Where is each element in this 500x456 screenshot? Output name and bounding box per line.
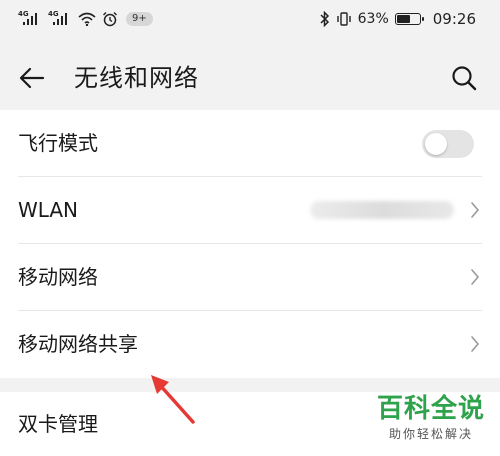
- watermark-logo: 百科全说 助你轻松解决: [376, 394, 486, 442]
- chevron-right-icon: [471, 202, 480, 218]
- status-right: 63% 09:26: [320, 9, 476, 29]
- back-button[interactable]: [14, 60, 50, 96]
- chevron-right-icon: [471, 336, 480, 352]
- wifi-icon: [78, 12, 96, 26]
- battery-fill: [396, 15, 410, 23]
- annotation-arrow-icon: [151, 375, 195, 424]
- airplane-mode-toggle[interactable]: [422, 130, 474, 158]
- vibrate-icon: [336, 12, 351, 26]
- search-button[interactable]: [446, 60, 482, 96]
- airplane-mode-row[interactable]: 飞行模式: [0, 110, 500, 176]
- search-icon: [452, 66, 477, 91]
- setting-label: WLAN: [18, 198, 79, 222]
- notification-badge: 9+: [126, 12, 153, 26]
- watermark-subtitle: 助你轻松解决: [388, 427, 473, 441]
- mobile-network-row[interactable]: 移动网络: [0, 244, 500, 310]
- status-bar: 4G 4G 9+ 63% 09:26: [0, 0, 500, 40]
- toggle-knob: [425, 133, 447, 155]
- setting-label: 双卡管理: [18, 412, 98, 436]
- wlan-row[interactable]: WLAN: [0, 177, 500, 243]
- section-gap: [0, 378, 500, 392]
- app-header: 无线和网络: [0, 40, 500, 110]
- signal-icon: 4G: [48, 11, 72, 27]
- back-arrow-icon: [19, 67, 45, 89]
- page-title: 无线和网络: [74, 64, 199, 92]
- alarm-icon: [103, 12, 117, 27]
- clock: 09:26: [432, 10, 476, 28]
- settings-card: 飞行模式 WLAN 移动网络 移动网络共享: [0, 110, 500, 378]
- watermark-title: 百科全说: [376, 394, 485, 424]
- setting-label: 移动网络共享: [18, 332, 138, 356]
- battery-percent: 63%: [357, 11, 389, 27]
- tethering-row[interactable]: 移动网络共享: [0, 311, 500, 377]
- bluetooth-icon: [320, 11, 329, 27]
- setting-label: 飞行模式: [18, 131, 98, 155]
- wlan-network-value-blurred: [310, 201, 454, 219]
- signal-icon: 4G: [18, 11, 42, 27]
- chevron-right-icon: [471, 269, 480, 285]
- setting-label: 移动网络: [18, 265, 98, 289]
- battery-icon: [394, 13, 424, 25]
- status-left: 4G 4G 9+: [18, 9, 153, 29]
